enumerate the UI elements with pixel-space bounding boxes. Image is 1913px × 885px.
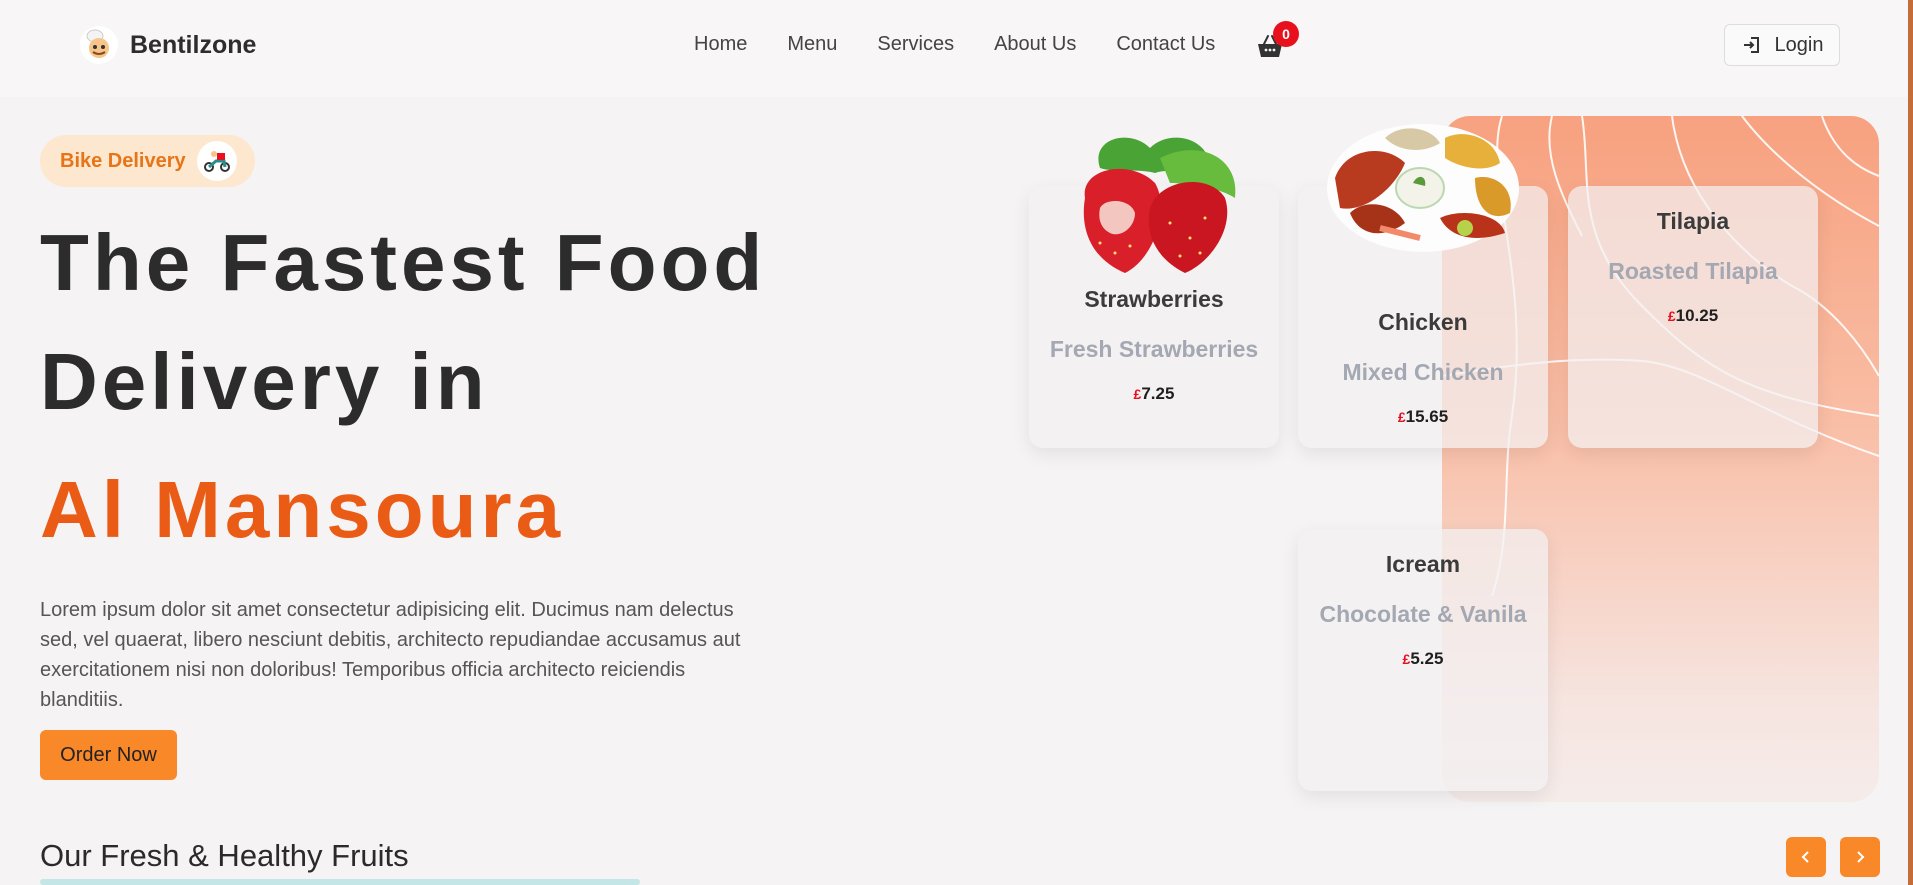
site-header: Bentilzone Home Menu Services About Us C… (0, 0, 1913, 97)
bike-delivery-badge: Bike Delivery (40, 135, 255, 187)
hero-title-city: Al Mansoura (40, 465, 565, 554)
card-price: £15.65 (1397, 407, 1449, 426)
nav-contact-us[interactable]: Contact Us (1116, 33, 1215, 56)
cart-button[interactable]: 0 (1255, 21, 1299, 61)
mixed-chicken-image (1325, 118, 1521, 258)
page-scrollbar[interactable] (1908, 0, 1913, 885)
brand[interactable]: Bentilzone (80, 26, 256, 64)
chef-logo-icon (80, 26, 118, 64)
badge-label: Bike Delivery (60, 149, 186, 172)
chevron-left-icon (1801, 851, 1809, 863)
nav-about-us[interactable]: About Us (994, 33, 1076, 56)
card-subtitle: Fresh Strawberries (1049, 336, 1259, 362)
nav-services[interactable]: Services (877, 33, 954, 56)
card-title: Strawberries (1084, 286, 1224, 312)
menu-card-icecream[interactable]: Icream Chocolate & Vanila £5.25 (1298, 529, 1548, 791)
nav-menu[interactable]: Menu (787, 33, 837, 56)
hero-title-line-2: Delivery in (40, 337, 489, 426)
nav-home[interactable]: Home (694, 33, 747, 56)
card-subtitle: Roasted Tilapia (1608, 258, 1778, 284)
chevron-right-icon (1857, 851, 1865, 863)
hero-description: Lorem ipsum dolor sit amet consectetur a… (40, 599, 741, 711)
strawberries-image (1060, 128, 1250, 283)
menu-card-tilapia[interactable]: Tilapia Roasted Tilapia £10.25 (1568, 186, 1818, 448)
carousel-next-button[interactable] (1840, 837, 1880, 877)
card-title: Chicken (1378, 309, 1468, 335)
login-button[interactable]: Login (1724, 24, 1840, 66)
scooter-icon (197, 141, 237, 181)
main-nav: Home Menu Services About Us Contact Us (694, 33, 1215, 56)
order-now-button[interactable]: Order Now (40, 730, 177, 780)
hero-title-line-1: The Fastest Food (40, 218, 767, 307)
login-label: Login (1774, 33, 1824, 56)
card-subtitle: Mixed Chicken (1342, 359, 1504, 385)
cart-count-badge: 0 (1273, 21, 1299, 47)
card-price: £7.25 (1133, 384, 1175, 403)
brand-name: Bentilzone (130, 30, 257, 59)
card-title: Icream (1385, 551, 1461, 577)
carousel-prev-button[interactable] (1786, 837, 1826, 877)
fruits-section-title: Our Fresh & Healthy Fruits (40, 838, 409, 873)
card-price: £10.25 (1667, 306, 1719, 325)
card-price: £5.25 (1402, 649, 1444, 668)
login-icon (1743, 37, 1759, 53)
card-title: Tilapia (1656, 208, 1730, 234)
fruits-carousel-edge (40, 879, 640, 885)
card-subtitle: Chocolate & Vanila (1319, 601, 1527, 627)
